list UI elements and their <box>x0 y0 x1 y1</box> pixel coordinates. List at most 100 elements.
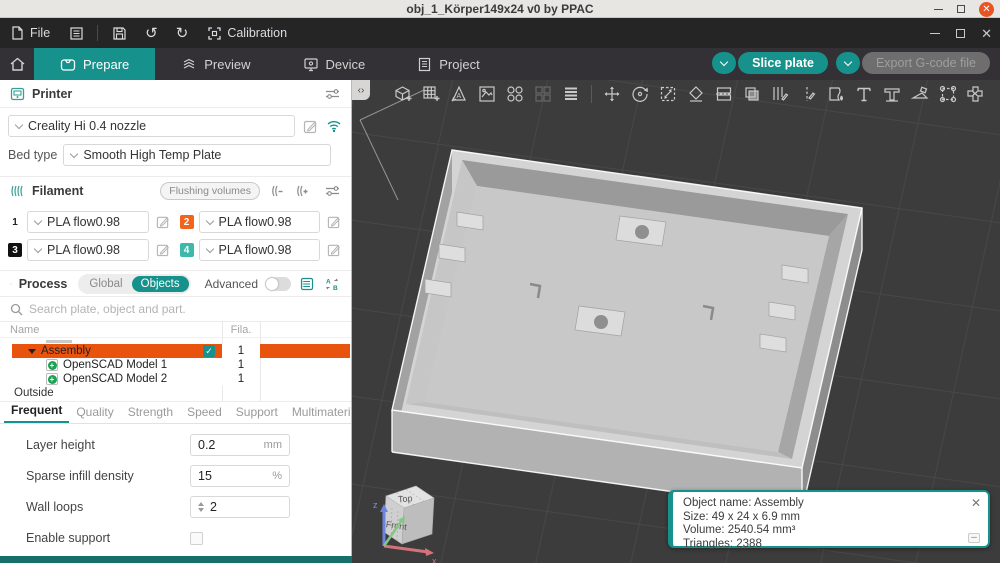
printer-settings-button[interactable] <box>323 85 341 103</box>
nav-cube: Top Front z x <box>373 486 437 563</box>
filament-edit-button[interactable] <box>325 241 343 259</box>
info-minimize-icon[interactable]: – <box>968 533 980 543</box>
advanced-toggle[interactable] <box>265 277 291 291</box>
mesh-boolean-icon[interactable] <box>937 83 959 105</box>
color-painting-icon[interactable] <box>909 83 931 105</box>
scope-global[interactable]: Global <box>80 276 131 292</box>
tab-project-label: Project <box>439 57 479 72</box>
redo-button[interactable]: ↻ <box>167 18 198 48</box>
svg-text:A: A <box>326 278 331 285</box>
clone-icon[interactable] <box>741 83 763 105</box>
filament-settings-button[interactable] <box>323 182 341 200</box>
tree-row-assembly[interactable]: Assembly ✓ 1 <box>0 344 351 358</box>
layer-height-input[interactable] <box>198 438 264 452</box>
filament-edit-button[interactable] <box>154 241 172 259</box>
filament-select-value: PLA flow0.98 <box>47 215 120 229</box>
tab-prepare[interactable]: Prepare <box>34 48 155 80</box>
split-to-objects-icon[interactable] <box>504 83 526 105</box>
param-list: Layer height mm Sparse infill density % … <box>0 424 351 549</box>
flushing-volumes-label: Flushing volumes <box>169 185 251 197</box>
tree-row-model-1[interactable]: + OpenSCAD Model 1 1 <box>0 358 351 372</box>
param-tab-multimaterial[interactable]: Multimaterial <box>285 405 352 423</box>
infill-density-input[interactable] <box>198 469 272 483</box>
filament-edit-button[interactable] <box>154 213 172 231</box>
save-button[interactable] <box>102 18 136 48</box>
wall-loops-input[interactable] <box>210 500 282 514</box>
param-tab-quality[interactable]: Quality <box>69 405 120 423</box>
lay-on-face-icon[interactable] <box>685 83 707 105</box>
parameter-table-button[interactable] <box>298 275 316 293</box>
info-close-icon[interactable]: ✕ <box>971 496 981 510</box>
fuzzy-skin-icon[interactable] <box>825 83 847 105</box>
param-tab-frequent[interactable]: Frequent <box>4 403 69 423</box>
spin-down-icon[interactable] <box>198 508 204 512</box>
printer-wifi-button[interactable] <box>325 117 343 135</box>
filament-color-chip[interactable]: 1 <box>8 215 22 229</box>
add-filament-button[interactable] <box>292 182 310 200</box>
viewport-3d[interactable]: Top Front z x ‹› A <box>352 80 1000 563</box>
scope-objects[interactable]: Objects <box>132 276 189 292</box>
spin-up-icon[interactable] <box>198 502 204 506</box>
auto-orient-icon[interactable]: A <box>448 83 470 105</box>
window-close-icon[interactable]: ✕ <box>979 2 994 17</box>
filament-color-chip[interactable]: 3 <box>8 243 22 257</box>
home-button[interactable] <box>0 48 34 80</box>
split-to-parts-icon[interactable] <box>532 83 554 105</box>
printer-select[interactable]: Creality Hi 0.4 nozzle <box>8 115 295 137</box>
param-tab-strength[interactable]: Strength <box>121 405 180 423</box>
slice-plate-button[interactable]: Slice plate <box>738 52 828 74</box>
tab-project[interactable]: Project <box>391 48 505 80</box>
layers-icon[interactable] <box>560 83 582 105</box>
tab-preview[interactable]: Preview <box>155 48 276 80</box>
app-close-icon[interactable]: ✕ <box>981 27 992 40</box>
window-minimize-icon[interactable] <box>934 9 943 10</box>
filament-edit-button[interactable] <box>325 213 343 231</box>
search-input[interactable] <box>29 302 341 316</box>
spinner-arrows[interactable] <box>198 502 204 512</box>
cut-icon[interactable] <box>713 83 735 105</box>
compare-presets-button[interactable]: AB <box>323 275 341 293</box>
support-painting-icon[interactable] <box>881 83 903 105</box>
add-object-icon[interactable] <box>392 83 414 105</box>
scale-icon[interactable] <box>657 83 679 105</box>
tab-device[interactable]: Device <box>277 48 392 80</box>
assembly-view-icon[interactable] <box>964 83 986 105</box>
filament-select-1[interactable]: PLA flow0.98 <box>27 211 149 233</box>
flushing-volumes-button[interactable]: Flushing volumes <box>160 182 260 200</box>
filament-select-2[interactable]: PLA flow0.98 <box>199 211 321 233</box>
export-gcode-button[interactable]: Export G-code file <box>862 52 990 74</box>
remove-filament-button[interactable] <box>267 182 285 200</box>
tab-prepare-label: Prepare <box>83 57 129 72</box>
tree-row-model-2[interactable]: + OpenSCAD Model 2 1 <box>0 372 351 386</box>
enable-support-checkbox[interactable] <box>190 532 203 545</box>
assembly-checkbox[interactable]: ✓ <box>203 345 215 357</box>
menu-calibration[interactable]: Calibration <box>197 18 296 48</box>
slice-options-button[interactable] <box>712 52 736 74</box>
app-restore-icon[interactable] <box>956 29 965 38</box>
add-plate-icon[interactable] <box>420 83 442 105</box>
filament-select-3[interactable]: PLA flow0.98 <box>27 239 149 261</box>
window-restore-icon[interactable] <box>957 5 965 13</box>
filament-select-4[interactable]: PLA flow0.98 <box>199 239 321 261</box>
undo-button[interactable]: ↺ <box>136 18 167 48</box>
filament-select-value: PLA flow0.98 <box>47 243 120 257</box>
variable-layer-height-icon[interactable] <box>769 83 791 105</box>
rotate-icon[interactable] <box>629 83 651 105</box>
text-icon[interactable] <box>853 83 875 105</box>
sidebar-collapse-handle[interactable]: ‹› <box>352 80 370 100</box>
bed-type-select[interactable]: Smooth High Temp Plate <box>63 144 331 166</box>
param-tab-support[interactable]: Support <box>229 405 285 423</box>
printer-edit-button[interactable] <box>301 117 319 135</box>
menu-list-button[interactable] <box>59 18 93 48</box>
arrange-icon[interactable] <box>476 83 498 105</box>
menu-file[interactable]: File <box>0 18 59 48</box>
filament-color-chip[interactable]: 4 <box>180 243 194 257</box>
param-tab-speed[interactable]: Speed <box>180 405 229 423</box>
app-minimize-icon[interactable] <box>930 33 940 34</box>
move-icon[interactable] <box>601 83 623 105</box>
bed-type-value: Smooth High Temp Plate <box>83 148 221 162</box>
export-options-button[interactable] <box>836 52 860 74</box>
filament-color-chip[interactable]: 2 <box>180 215 194 229</box>
collapse-arrow-icon[interactable] <box>28 349 36 354</box>
seam-painting-icon[interactable] <box>797 83 819 105</box>
